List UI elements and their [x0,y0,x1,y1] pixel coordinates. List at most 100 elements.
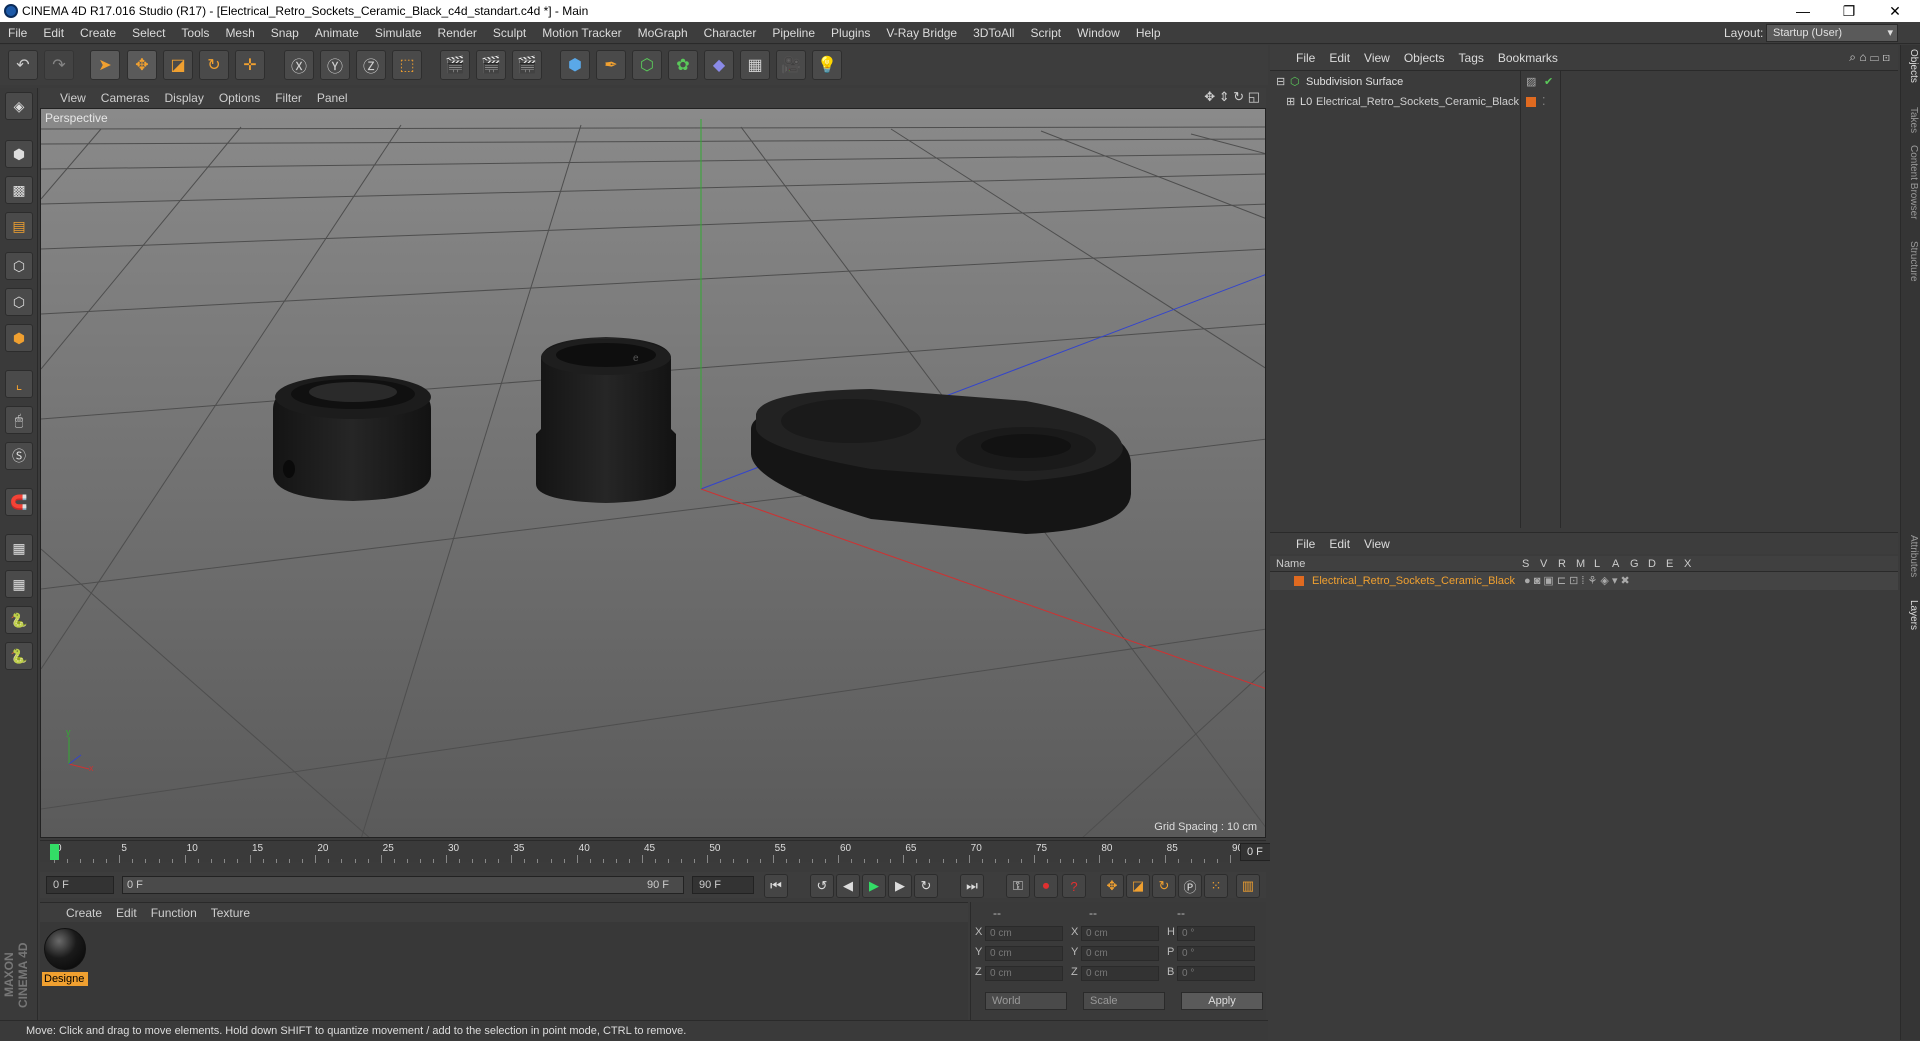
workplane-align-button[interactable]: ▦ [5,570,33,598]
material-menu-edit[interactable]: Edit [116,906,137,920]
polygons-mode-button[interactable]: ⬢ [5,324,33,352]
menu-script[interactable]: Script [1022,26,1069,40]
next-frame-button[interactable]: ▶ [888,874,912,898]
viewport-navigation-icons[interactable]: ✥ ⇕ ↻ ◱ [1204,89,1260,105]
material-menu-create[interactable]: Create [66,906,102,920]
layer-color-swatch[interactable] [1294,576,1304,586]
object-manager-search-home-icons[interactable]: ⌕ ⌂ ▭ ⊡ [1849,50,1890,65]
timeline-ruler[interactable]: 051015202530354045505560657075808590 0 F [40,840,1306,863]
redo-button[interactable]: ↷ [44,50,74,80]
menu-sculpt[interactable]: Sculpt [485,26,534,40]
column-animation[interactable]: A [1612,556,1619,572]
make-editable-button[interactable]: ◈ [5,92,33,120]
column-manager[interactable]: M [1576,556,1585,572]
end-frame-field[interactable]: 90 F [692,876,754,894]
live-selection-button[interactable]: ✛ [235,50,265,80]
object-menu-bookmarks[interactable]: Bookmarks [1498,51,1558,65]
timeline-window-button[interactable]: ▥ [1236,874,1260,898]
apply-button[interactable]: Apply [1181,992,1263,1010]
menu-render[interactable]: Render [430,26,485,40]
go-to-end-button[interactable]: ⏭ [960,874,984,898]
add-subdivision-button[interactable]: ⬡ [632,50,662,80]
texture-mode-button[interactable]: ▩ [5,176,33,204]
menu-window[interactable]: Window [1069,26,1128,40]
position-x-field[interactable]: 0 cm [985,926,1063,941]
menu-tools[interactable]: Tools [173,26,217,40]
layer-menu-edit[interactable]: Edit [1329,537,1350,551]
column-deformers[interactable]: D [1648,556,1656,572]
viewport-menu-panel[interactable]: Panel [317,91,357,105]
menu-vray-bridge[interactable]: V-Ray Bridge [878,26,965,40]
enabled-check-icon[interactable]: ✔ [1544,73,1553,91]
tweak-mode-button[interactable]: 🖱 [5,406,33,434]
add-deformer-button[interactable]: ◆ [704,50,734,80]
python-button-2[interactable]: 🐍 [5,642,33,670]
menu-plugins[interactable]: Plugins [823,26,878,40]
column-render[interactable]: R [1558,556,1566,572]
workplane-mode-button[interactable]: ▤ [5,212,33,240]
snap-button[interactable]: 🧲 [5,488,33,516]
previous-frame-button[interactable]: ◀ [836,874,860,898]
layout-dropdown[interactable]: Startup (User) ▾ [1766,24,1898,42]
tab-structure[interactable]: Structure [1903,241,1919,282]
viewport-menu-cameras[interactable]: Cameras [101,91,159,105]
solo-mode-button[interactable]: Ⓢ [5,442,33,470]
menu-help[interactable]: Help [1128,26,1169,40]
key-pla-button[interactable]: ⁙ [1204,874,1228,898]
menu-edit[interactable]: Edit [35,26,72,40]
render-picture-viewer-button[interactable]: 🎬 [476,50,506,80]
collapse-icon[interactable]: ⊟ [1276,73,1285,91]
tab-attributes[interactable]: Attributes [1903,535,1919,577]
start-frame-field[interactable]: 0 F [46,876,114,894]
model-mode-button[interactable]: ⬢ [5,140,33,168]
z-axis-lock-button[interactable]: Ⓩ [356,50,386,80]
size-x-field[interactable]: 0 cm [1081,926,1159,941]
layer-menu-view[interactable]: View [1364,537,1390,551]
position-z-field[interactable]: 0 cm [985,966,1063,981]
key-scale-button[interactable]: ◪ [1126,874,1150,898]
menu-simulate[interactable]: Simulate [367,26,430,40]
layer-color-tag[interactable] [1526,97,1536,107]
object-menu-file[interactable]: File [1296,51,1315,65]
add-floor-button[interactable]: ▦ [740,50,770,80]
add-cube-button[interactable]: ⬢ [560,50,590,80]
menu-snap[interactable]: Snap [263,26,307,40]
tab-layers[interactable]: Layers [1903,600,1919,630]
expand-icon[interactable]: ⊞ [1286,93,1295,111]
rotation-b-field[interactable]: 0 ° [1177,966,1255,981]
size-z-field[interactable]: 0 cm [1081,966,1159,981]
material-menu-function[interactable]: Function [151,906,197,920]
material-item[interactable]: Designe [40,922,92,992]
add-light-button[interactable]: 💡 [812,50,842,80]
keyframe-selection-button[interactable]: ? [1062,874,1086,898]
object-menu-edit[interactable]: Edit [1329,51,1350,65]
menu-character[interactable]: Character [696,26,765,40]
frame-range-slider[interactable]: 0 F 90 F [122,876,684,894]
coordinate-mode-dropdown[interactable]: World [985,992,1067,1010]
record-active-button[interactable]: ⚿ [1006,874,1030,898]
checker-tag-icon[interactable]: ▨ [1526,73,1536,91]
autokey-button[interactable]: ⏺ [1034,874,1058,898]
previous-key-button[interactable]: ↺ [810,874,834,898]
viewport-menu-display[interactable]: Display [164,91,212,105]
object-menu-view[interactable]: View [1364,51,1390,65]
close-button[interactable]: ✕ [1872,0,1918,22]
undo-button[interactable]: ↶ [8,50,38,80]
render-view-button[interactable]: 🎬 [440,50,470,80]
axis-mode-button[interactable]: ⌞ [5,370,33,398]
position-y-field[interactable]: 0 cm [985,946,1063,961]
rotate-tool-button[interactable]: ↻ [199,50,229,80]
3d-viewport[interactable]: e y x Perspective Grid Spacing : 10 cm [40,108,1266,838]
material-menu-texture[interactable]: Texture [211,906,250,920]
column-locked[interactable]: L [1594,556,1600,572]
tab-content-browser[interactable]: Content Browser [1903,145,1919,219]
column-view[interactable]: V [1540,556,1547,572]
column-xref[interactable]: X [1684,556,1691,572]
select-tool-button[interactable]: ➤ [90,50,120,80]
layer-row[interactable]: Electrical_Retro_Sockets_Ceramic_Black ●… [1270,572,1898,590]
rotation-p-field[interactable]: 0 ° [1177,946,1255,961]
menu-create[interactable]: Create [72,26,124,40]
key-position-button[interactable]: ✥ [1100,874,1124,898]
socket-object-1[interactable] [273,375,431,501]
edges-mode-button[interactable]: ⬡ [5,288,33,316]
